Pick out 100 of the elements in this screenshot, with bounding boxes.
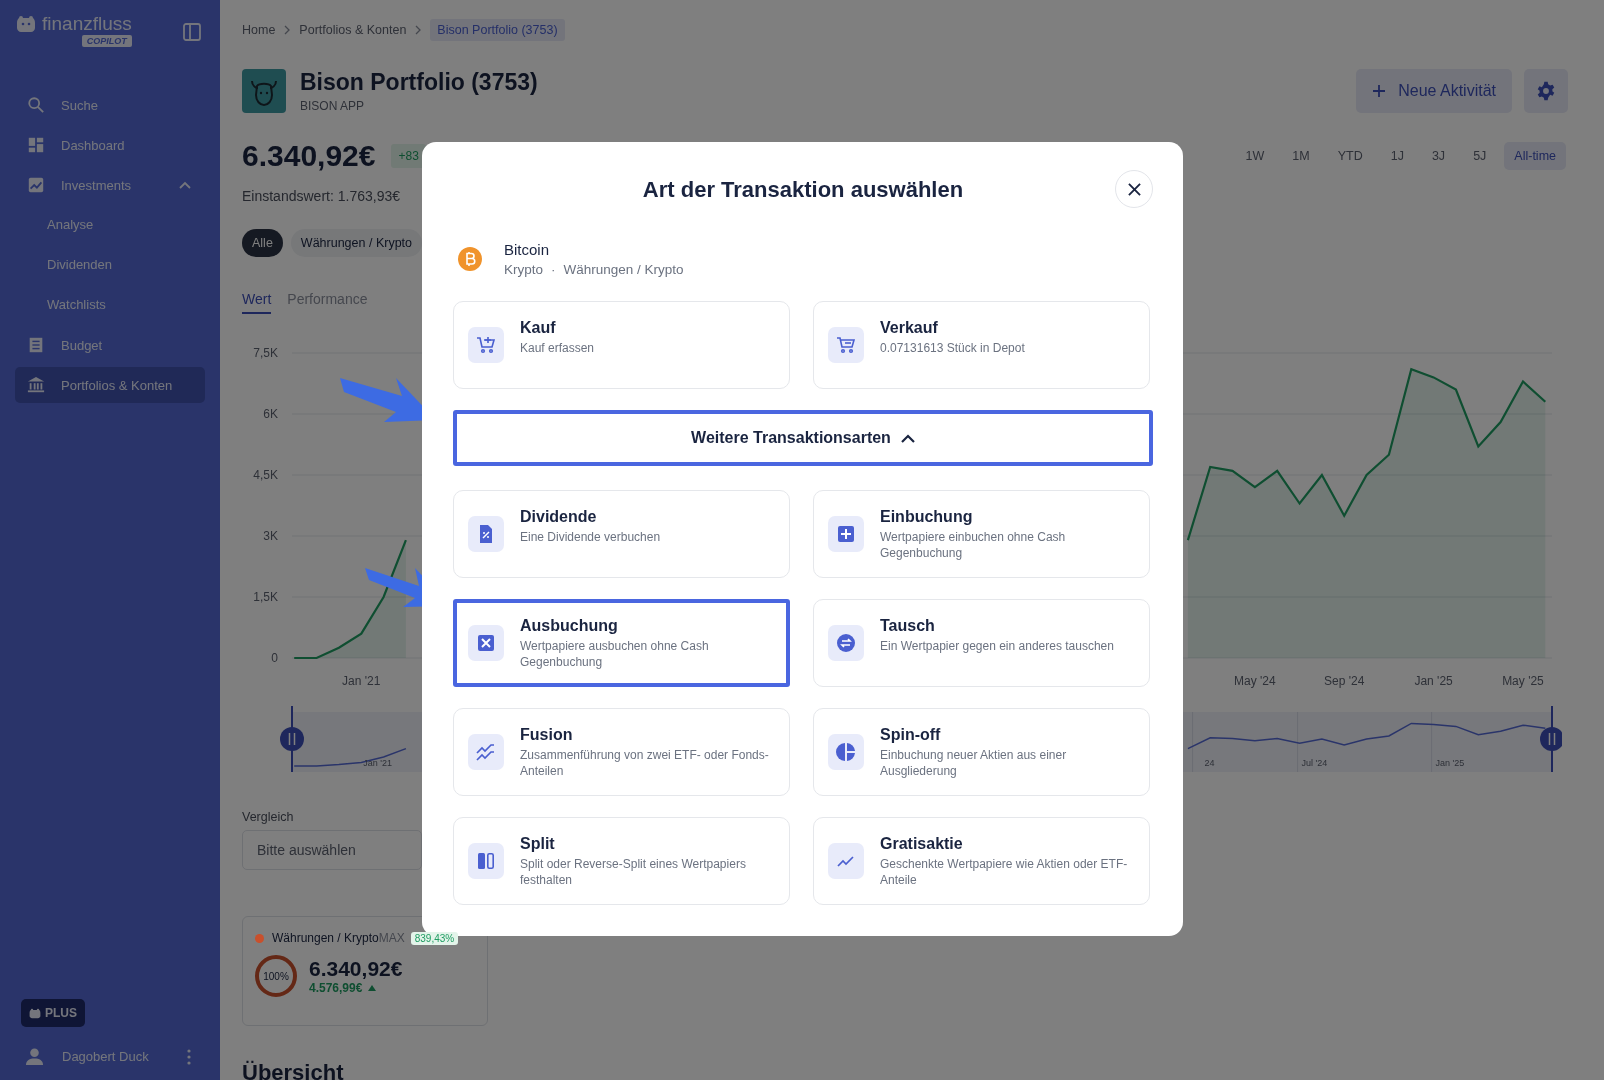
range-tab[interactable]: 1W	[1235, 142, 1275, 170]
breadcrumb-link[interactable]: Home	[242, 23, 276, 37]
coin-icon	[458, 247, 482, 271]
settings-button[interactable]	[1524, 69, 1568, 113]
more-icon[interactable]	[187, 1048, 191, 1065]
chart-tab[interactable]: Performance	[287, 287, 368, 314]
brand-name: finanzfluss	[42, 14, 132, 34]
transaction-option[interactable]: Split Split oder Reverse-Split eines Wertpapiers festhalten	[453, 817, 790, 905]
asset-category: Währungen / Krypto	[563, 262, 684, 277]
transaction-option[interactable]: Kauf Kauf erfassen	[453, 301, 790, 389]
filter-chip[interactable]: Alle	[242, 229, 283, 257]
swap-icon	[836, 633, 856, 653]
chart-tab[interactable]: Wert	[242, 287, 272, 314]
filter-chip[interactable]: Währungen / Krypto	[290, 229, 422, 257]
axis-label: 4,5K	[253, 468, 278, 482]
transaction-option[interactable]: Tausch Ein Wertpapier gegen ein anderes tauschen	[813, 599, 1150, 687]
option-title: Tausch	[880, 617, 936, 635]
close-icon	[1127, 182, 1141, 196]
option-description: Einbuchung neuer Aktien aus einer Ausgliederung	[880, 747, 1068, 779]
close-button[interactable]	[1115, 170, 1153, 208]
range-tab[interactable]: 1J	[1380, 142, 1414, 170]
transaction-option[interactable]: Dividende Eine Dividende verbuchen	[453, 490, 790, 578]
nav-item[interactable]: Dashboard	[15, 127, 205, 163]
up-triangle-icon	[368, 985, 377, 991]
asset-type: Krypto	[504, 262, 544, 277]
transaction-option[interactable]: Verkauf 0.07131613 Stück in Depot	[813, 301, 1150, 389]
range-tab[interactable]: YTD	[1327, 142, 1373, 170]
new-activity-button[interactable]: Neue Aktivität	[1356, 69, 1512, 113]
nav-item[interactable]: Suche	[15, 87, 205, 123]
dashboard-icon	[27, 136, 45, 154]
option-title: Kauf	[520, 319, 557, 337]
cost-basis: Einstandswert: 1.763,93€	[242, 188, 400, 204]
section-heading: Übersicht	[242, 1060, 344, 1080]
option-title: Dividende	[520, 508, 598, 526]
range-tab[interactable]: All-time	[1504, 142, 1566, 170]
change-badge: +83	[391, 144, 426, 168]
receipt-icon	[27, 336, 45, 354]
option-title: Gratisaktie	[880, 835, 964, 853]
search-icon	[27, 96, 45, 114]
holding-gain: 4.576,99€	[309, 981, 363, 995]
option-title: Spin-off	[880, 726, 942, 744]
modal-title: Art der Transaktion auswählen	[642, 177, 964, 203]
transaction-option[interactable]: Fusion Zusammenführung von zwei ETF- oder Fonds-Anteilen	[453, 708, 790, 796]
copilot-badge: COPILOT	[81, 35, 132, 47]
plus-square-icon	[836, 524, 856, 544]
nav-item[interactable]: Budget	[15, 327, 205, 363]
nav-item[interactable]: Investments	[15, 167, 205, 203]
trend-icon	[27, 176, 45, 194]
animal-head-icon	[242, 69, 286, 113]
plan-badge[interactable]: PLUS	[21, 999, 85, 1027]
option-description: Split oder Reverse-Split eines Wertpapiers festhalten	[520, 856, 747, 888]
option-description: 0.07131613 Stück in Depot	[880, 340, 1025, 356]
range-handle[interactable]	[280, 706, 304, 773]
option-description: Ein Wertpapier gegen ein anderes tauschen	[880, 638, 1114, 654]
axis-label: 6K	[263, 407, 278, 421]
axis-label: May '24	[1234, 674, 1276, 688]
navigator-label: Jan '21	[363, 758, 392, 768]
gain-badge: 839,43%	[410, 931, 459, 945]
portfolio-value: 6.340,92€	[242, 139, 376, 173]
share-ring: 100%	[255, 955, 297, 997]
caret-icon	[900, 433, 915, 443]
range-handle[interactable]	[1540, 706, 1562, 773]
compare-label: Vergleich	[242, 810, 294, 824]
asset-name: Bitcoin	[504, 241, 551, 258]
portfolio-subtitle: BISON APP	[300, 99, 366, 113]
logo-icon	[29, 1007, 41, 1019]
user-name[interactable]: Dagobert Duck	[62, 1049, 149, 1064]
transaction-option[interactable]: Einbuchung Wertpapiere einbuchen ohne Cash Gegenbuchung	[813, 490, 1150, 578]
option-description: Wertpapiere ausbuchen ohne Cash Gegenbuchung	[520, 638, 710, 670]
navigator-label: Jul '24	[1301, 758, 1328, 768]
plus-icon	[1372, 84, 1387, 98]
logo-icon	[16, 15, 36, 33]
option-title: Verkauf	[880, 319, 939, 337]
more-types-button[interactable]: Weitere Transaktionsarten	[453, 410, 1153, 466]
nav-subitem[interactable]: Analyse	[15, 207, 205, 243]
range-tab[interactable]: 3J	[1421, 142, 1456, 170]
option-title: Einbuchung	[880, 508, 974, 526]
option-description: Wertpapiere einbuchen ohne Cash Gegenbuchung	[880, 529, 1067, 561]
double-trend-icon	[476, 742, 496, 762]
option-title: Fusion	[520, 726, 574, 744]
holding-suffix: MAX	[378, 931, 405, 945]
axis-label: Jan '21	[342, 674, 381, 688]
x-square-icon	[476, 633, 496, 653]
breadcrumb-link[interactable]: Bison Portfolio (3753)	[430, 19, 565, 41]
nav-subitem[interactable]: Watchlists	[15, 287, 205, 323]
axis-label: Sep '24	[1324, 674, 1365, 688]
axis-label: 1,5K	[253, 590, 278, 604]
breadcrumb-link[interactable]: Portfolios & Konten	[299, 23, 407, 37]
axis-label: May '25	[1502, 674, 1544, 688]
compare-select[interactable]: Bitte auswählen	[242, 830, 422, 870]
axis-label: 3K	[263, 529, 278, 543]
sidebar-toggle-icon[interactable]	[182, 22, 202, 42]
plan-label: PLUS	[45, 1006, 77, 1020]
nav-subitem[interactable]: Dividenden	[15, 247, 205, 283]
transaction-option[interactable]: Spin-off Einbuchung neuer Aktien aus einer Ausgliederung	[813, 708, 1150, 796]
range-tab[interactable]: 5J	[1463, 142, 1497, 170]
range-tab[interactable]: 1M	[1282, 142, 1320, 170]
transaction-option[interactable]: Ausbuchung Wertpapiere ausbuchen ohne Cash Gegenbuchung	[453, 599, 790, 687]
transaction-option[interactable]: Gratisaktie Geschenkte Wertpapiere wie Aktien oder ETF-Anteile	[813, 817, 1150, 905]
axis-label: 0	[271, 651, 278, 665]
